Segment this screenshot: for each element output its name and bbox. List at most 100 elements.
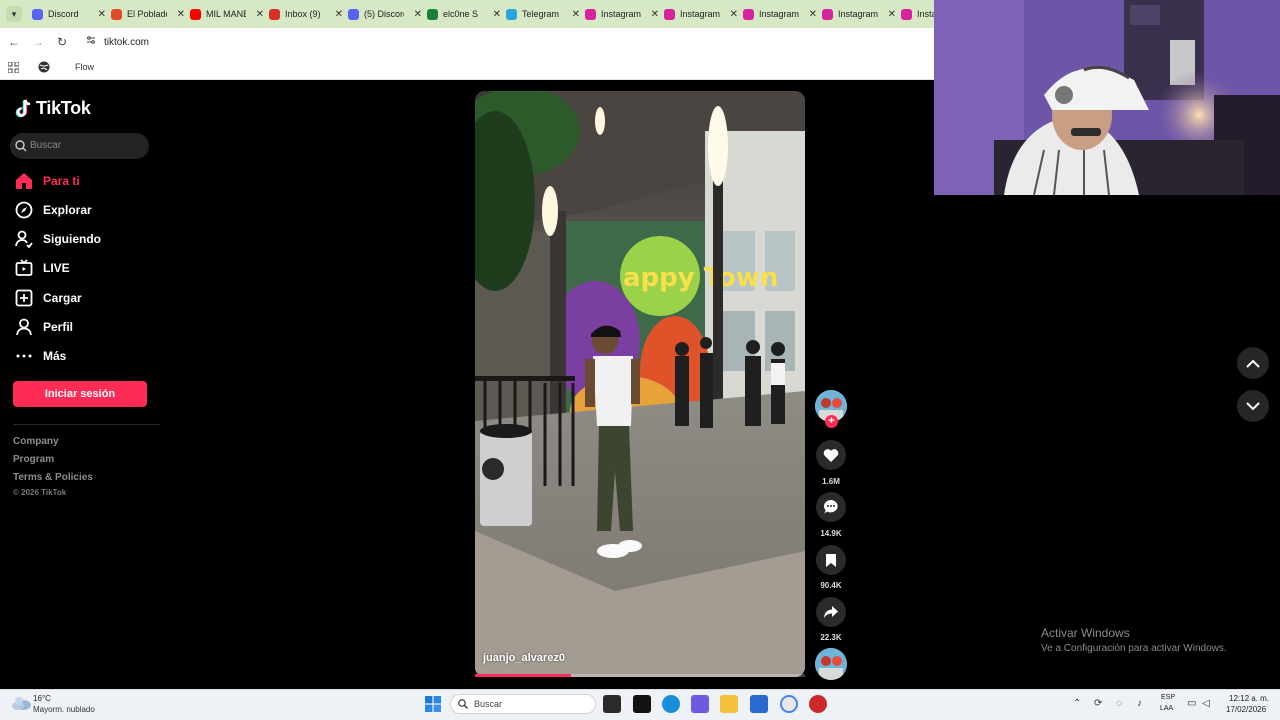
nav-more[interactable]: Más (15, 346, 66, 366)
previous-video-button[interactable] (1237, 347, 1269, 379)
browser-tab[interactable]: (5) Discord ✕ (348, 3, 424, 25)
video-author[interactable]: juanjo_alvarez0 (483, 652, 565, 664)
nav-for-you[interactable]: Para ti (15, 171, 80, 191)
tray-display-icon[interactable]: ▭ (1187, 698, 1196, 709)
bookmarks-bar (0, 55, 934, 80)
streamer-webcam-image (934, 0, 1280, 195)
tab-search-button[interactable]: ▾ (6, 6, 22, 22)
video-progress-fill (475, 674, 571, 677)
weather-description: Mayorm. nublado (33, 705, 95, 714)
taskbar-clock-time[interactable]: 12:12 a. m. (1229, 694, 1269, 703)
sidebar-divider (13, 424, 160, 425)
microsoft-store-icon[interactable] (750, 695, 768, 713)
nav-upload[interactable]: Cargar (15, 288, 82, 308)
activate-windows-subtitle: Ve a Configuración para activar Windows. (1041, 643, 1227, 654)
comment-button[interactable] (816, 492, 846, 522)
video-player[interactable]: appy Town (475, 91, 805, 677)
input-layout[interactable]: LAA (1160, 705, 1173, 712)
next-video-button[interactable] (1237, 390, 1269, 422)
globe-icon[interactable] (38, 61, 50, 73)
live-tv-icon (15, 259, 33, 276)
nav-explore[interactable]: Explorar (15, 200, 92, 220)
tab-label: elc0ne S (443, 9, 479, 19)
taskbar-clock-date[interactable]: 17/02/2026 (1226, 705, 1266, 714)
like-button[interactable] (816, 440, 846, 470)
tab-close-icon[interactable]: ✕ (335, 9, 343, 20)
browser-tab[interactable]: Discord ✕ (32, 3, 108, 25)
tab-label: El Poblado (127, 9, 167, 19)
share-button[interactable] (816, 597, 846, 627)
heart-icon (823, 448, 839, 462)
browser-tab[interactable]: Instagram ✕ (664, 3, 740, 25)
file-explorer-icon[interactable] (720, 695, 738, 713)
edge-browser-icon[interactable] (662, 695, 680, 713)
search-input[interactable]: Buscar (10, 133, 149, 159)
site-info-icon[interactable] (86, 35, 96, 45)
logo-text: TikTok (36, 98, 91, 118)
sound-avatar[interactable] (815, 648, 847, 680)
tiktok-note-icon (15, 99, 31, 117)
reload-button[interactable]: ↻ (54, 35, 70, 49)
footer-terms-link[interactable]: Terms & Policies (13, 472, 93, 483)
browser-tab[interactable]: El Poblado ✕ (111, 3, 187, 25)
tab-favicon-icon (822, 8, 833, 20)
tab-label: Discord (48, 9, 79, 19)
sound-disc-image (815, 648, 847, 680)
footer-company-link[interactable]: Company (13, 436, 59, 447)
tab-close-icon[interactable]: ✕ (256, 9, 264, 20)
tray-sync-icon[interactable]: ⟳ (1094, 698, 1102, 709)
nav-more-label: Más (43, 349, 67, 363)
tray-network-icon[interactable]: ◌ (1116, 698, 1122, 709)
tab-close-icon[interactable]: ✕ (730, 9, 738, 20)
browser-tab[interactable]: Telegram ✕ (506, 3, 582, 25)
browser-tab[interactable]: Instagram ✕ (743, 3, 819, 25)
bookmark-flow[interactable]: Flow (75, 62, 94, 72)
nav-live[interactable]: LIVE (15, 258, 70, 278)
forward-button[interactable]: → (30, 35, 46, 49)
tray-overflow-chevron-icon[interactable]: ⌃ (1073, 698, 1081, 709)
recording-app-icon[interactable] (809, 695, 827, 713)
tray-speaker-icon[interactable]: ◁ (1202, 698, 1210, 709)
tiktok-logo[interactable]: TikTok (15, 98, 91, 119)
tab-close-icon[interactable]: ✕ (651, 9, 659, 20)
browser-tab[interactable]: Instagram ✕ (822, 3, 898, 25)
nav-following-label: Siguiendo (43, 232, 101, 246)
tab-label: Inbox (9) (285, 9, 321, 19)
browser-tab[interactable]: elc0ne S ✕ (427, 3, 503, 25)
url-field[interactable]: tiktok.com (104, 37, 149, 48)
cloudy-weather-icon[interactable] (10, 694, 32, 712)
tab-close-icon[interactable]: ✕ (177, 9, 185, 20)
tab-favicon-icon (743, 8, 754, 20)
footer-program-link[interactable]: Program (13, 454, 54, 465)
nav-following[interactable]: Siguiendo (15, 229, 101, 249)
back-button[interactable]: ← (6, 35, 22, 49)
tab-close-icon[interactable]: ✕ (493, 9, 501, 20)
tab-close-icon[interactable]: ✕ (414, 9, 422, 20)
tab-favicon-icon (190, 8, 201, 20)
search-placeholder: Buscar (30, 140, 62, 151)
chrome-icon[interactable] (780, 695, 798, 713)
task-view-icon[interactable] (603, 695, 621, 713)
windows-start-icon[interactable] (425, 696, 441, 712)
save-button[interactable] (816, 545, 846, 575)
nav-for-you-label: Para ti (43, 174, 80, 188)
teams-icon[interactable] (691, 695, 709, 713)
video-progress-bar[interactable] (475, 674, 805, 677)
tab-close-icon[interactable]: ✕ (98, 9, 106, 20)
tab-close-icon[interactable]: ✕ (888, 9, 896, 20)
browser-tab[interactable]: Instagram ✕ (585, 3, 661, 25)
nav-upload-label: Cargar (43, 291, 82, 305)
apps-grid-icon[interactable] (8, 62, 19, 73)
tab-close-icon[interactable]: ✕ (572, 9, 580, 20)
browser-tab[interactable]: Inbox (9) ✕ (269, 3, 345, 25)
nav-profile[interactable]: Perfil (15, 317, 73, 337)
input-language[interactable]: ESP (1161, 694, 1175, 701)
browser-tab[interactable]: MIL MANERAS ✕ (190, 3, 266, 25)
tab-favicon-icon (901, 8, 912, 20)
tray-microphone-icon[interactable]: ♪ (1137, 698, 1142, 709)
tiktok-app-icon[interactable] (633, 695, 651, 713)
taskbar-search-box[interactable] (450, 694, 596, 714)
follow-plus-button[interactable]: + (825, 415, 838, 428)
login-button[interactable]: Iniciar sesión (13, 381, 147, 407)
tab-close-icon[interactable]: ✕ (809, 9, 817, 20)
